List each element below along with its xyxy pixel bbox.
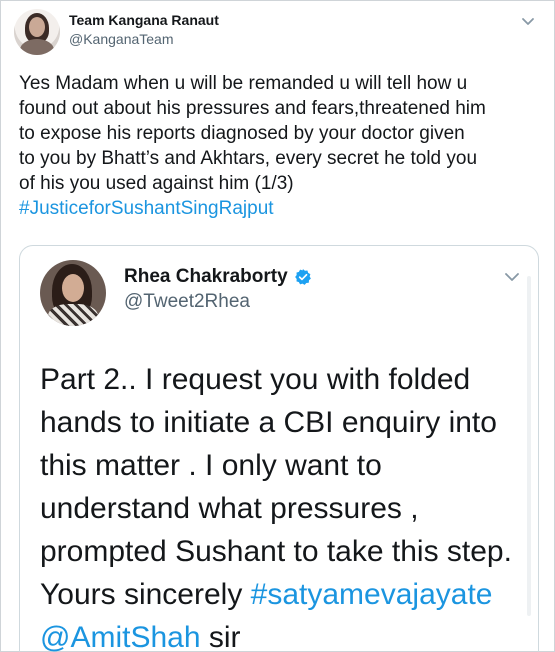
tweet-text-line: Yes Madam when u will be remanded u will… (19, 73, 468, 94)
quoted-author-handle[interactable]: @Tweet2Rhea (124, 291, 250, 313)
quoted-text-line: Part 2.. I request you with folded (40, 363, 471, 396)
chevron-down-icon[interactable] (516, 11, 540, 31)
quoted-text-line: @AmitShah sir (40, 616, 520, 652)
author-handle[interactable]: @KanganaTeam (69, 31, 174, 47)
quoted-avatar-dress (48, 304, 98, 326)
quoted-tweet-text: Part 2.. I request you with folded hands… (40, 358, 520, 652)
verified-badge-icon (294, 268, 312, 286)
author-name[interactable]: Team Kangana Ranaut (69, 12, 219, 28)
quoted-text-line: understand what pressures , (40, 492, 419, 525)
tweet-text-line: found out about his pressures and fears,… (19, 98, 486, 119)
tweet-text-line: to you by Bhatt’s and Akhtars, every sec… (19, 148, 478, 169)
quoted-author-name[interactable]: Rhea Chakraborty (124, 266, 288, 288)
mention-link[interactable]: @AmitShah (40, 621, 201, 652)
scrollbar[interactable] (527, 276, 531, 616)
avatar-face (29, 17, 45, 37)
tweet-text: Yes Madam when u will be remanded u will… (19, 71, 549, 221)
hashtag-link[interactable]: #JusticeforSushantSingRajput (19, 196, 549, 221)
avatar-body (20, 39, 54, 55)
quoted-text-line: Yours sincerely #satyamevajayate (40, 573, 520, 616)
tweet-text-line: to expose his reports diagnosed by your … (19, 123, 465, 144)
quoted-avatar[interactable] (40, 260, 106, 326)
chevron-down-icon[interactable] (500, 264, 524, 288)
hashtag-link[interactable]: #satyamevajayate (251, 578, 493, 611)
tweet-card: Team Kangana Ranaut @KanganaTeam Yes Mad… (0, 0, 555, 652)
quoted-text-suffix: sir (200, 621, 241, 652)
quoted-text-line: hands to initiate a CBI enquiry into (40, 406, 497, 439)
quoted-text-prefix: Yours sincerely (40, 578, 251, 611)
quoted-avatar-face (62, 274, 84, 302)
avatar[interactable] (14, 9, 60, 55)
quoted-text-line: this matter . I only want to (40, 449, 382, 482)
tweet-text-line: of his you used against him (1/3) (19, 173, 294, 194)
quoted-name-row: Rhea Chakraborty (124, 266, 312, 288)
quoted-tweet[interactable]: Rhea Chakraborty @Tweet2Rhea Part 2.. I … (19, 245, 539, 652)
quoted-text-line: prompted Sushant to take this step. (40, 535, 512, 568)
